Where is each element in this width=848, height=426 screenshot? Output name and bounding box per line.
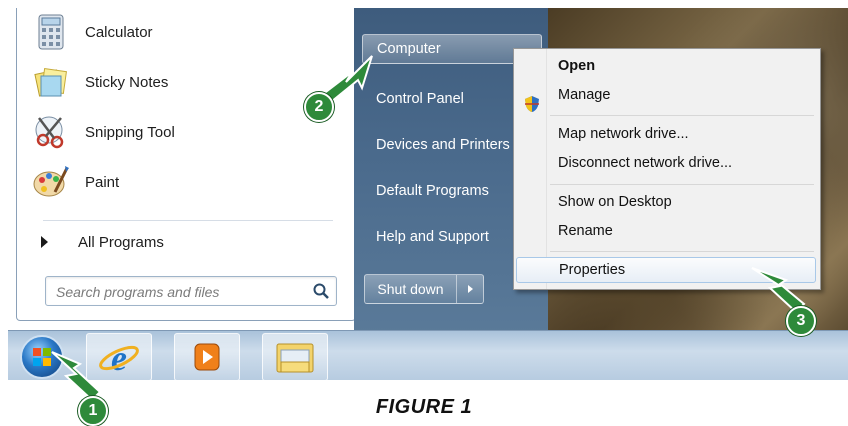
callout-arrow-3 [751, 267, 806, 314]
figure-caption: FIGURE 1 [375, 396, 473, 418]
callout-badge-2: 2 [304, 92, 334, 122]
callout-badge-3: 3 [786, 306, 816, 336]
callout-arrow-1 [51, 351, 102, 402]
callout-arrows [51, 55, 806, 402]
